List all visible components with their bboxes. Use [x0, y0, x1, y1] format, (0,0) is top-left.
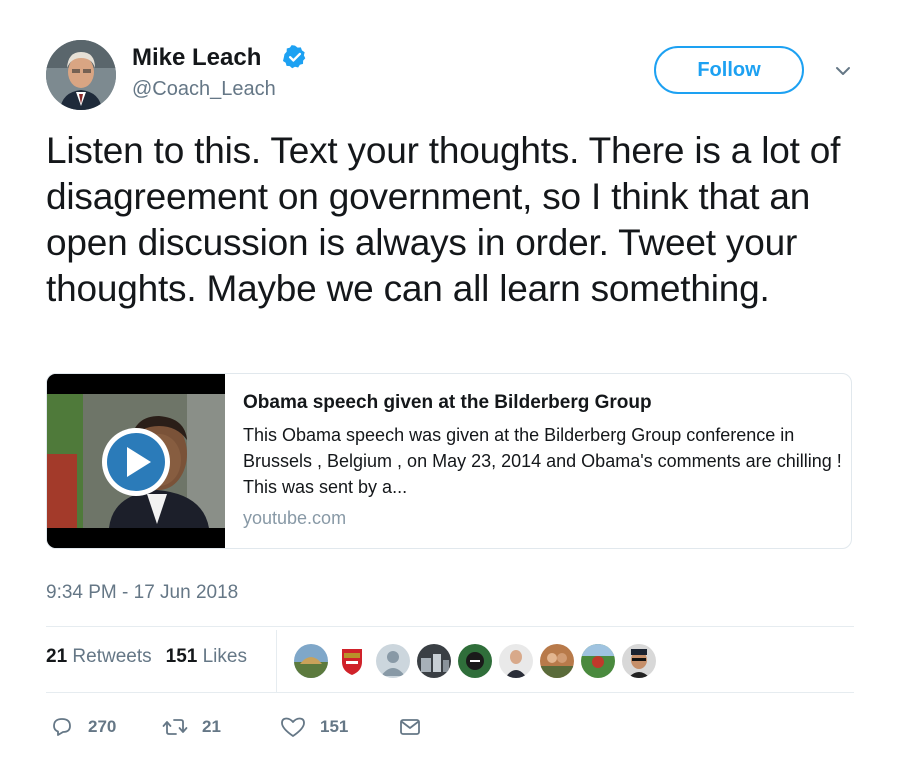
- liker-avatar[interactable]: [333, 642, 371, 680]
- author-name[interactable]: Mike Leach: [132, 44, 261, 72]
- verified-badge-icon: [282, 44, 308, 70]
- card-description: This Obama speech was given at the Bilde…: [243, 425, 842, 497]
- liker-avatar[interactable]: [292, 642, 330, 680]
- reply-button[interactable]: 270: [50, 712, 116, 742]
- likes-count: 151: [165, 646, 198, 667]
- retweet-icon: [162, 719, 188, 735]
- video-thumbnail[interactable]: [47, 374, 225, 548]
- liker-avatar[interactable]: [620, 642, 658, 680]
- liker-avatar[interactable]: [415, 642, 453, 680]
- liker-avatar[interactable]: [497, 642, 535, 680]
- retweets-count: 21: [46, 646, 68, 667]
- likes-stat[interactable]: 151 Likes: [166, 646, 247, 667]
- reply-count: 270: [88, 717, 117, 736]
- direct-message-button[interactable]: [398, 712, 422, 742]
- heart-icon: [281, 717, 305, 737]
- card-title[interactable]: Obama speech given at the Bilderberg Gro…: [243, 392, 843, 414]
- avatar[interactable]: [46, 40, 116, 110]
- tweet-header: Mike Leach @Coach_Leach Follow: [46, 38, 866, 110]
- chevron-down-icon[interactable]: [834, 62, 852, 80]
- like-button[interactable]: 151: [280, 712, 348, 742]
- tweet-text: Listen to this. Text your thoughts. Ther…: [46, 130, 841, 309]
- retweet-button[interactable]: 21: [162, 712, 221, 742]
- retweets-stat[interactable]: 21 Retweets: [46, 646, 152, 667]
- divider: [46, 692, 854, 693]
- reply-icon: [53, 718, 71, 736]
- engagement-stats: 21 Retweets 151 Likes: [46, 646, 261, 668]
- link-card[interactable]: Obama speech given at the Bilderberg Gro…: [46, 373, 852, 549]
- liker-avatar[interactable]: [374, 642, 412, 680]
- liker-avatar[interactable]: [456, 642, 494, 680]
- divider: [46, 626, 854, 627]
- liker-avatar[interactable]: [579, 642, 617, 680]
- card-domain: youtube.com: [243, 508, 347, 528]
- author-handle[interactable]: @Coach_Leach: [132, 78, 276, 101]
- follow-button[interactable]: Follow: [654, 46, 804, 94]
- envelope-icon: [400, 719, 420, 735]
- likes-label: Likes: [202, 646, 247, 667]
- liker-avatar[interactable]: [538, 642, 576, 680]
- tweet-timestamp[interactable]: 9:34 PM - 17 Jun 2018: [46, 582, 238, 604]
- retweet-count: 21: [202, 717, 221, 736]
- divider: [276, 630, 277, 692]
- like-count: 151: [320, 717, 349, 736]
- card-body: Obama speech given at the Bilderberg Gro…: [243, 392, 843, 529]
- retweets-label: Retweets: [72, 646, 152, 667]
